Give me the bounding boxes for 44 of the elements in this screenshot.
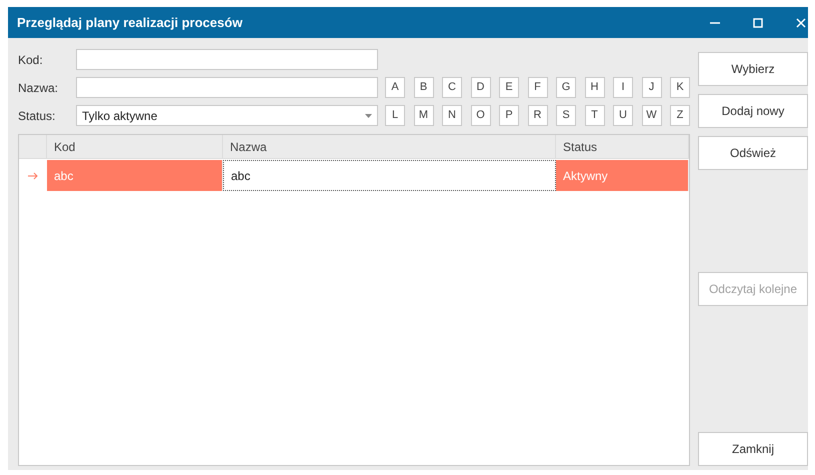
action-button[interactable]: Zamknij xyxy=(698,432,808,466)
action-button[interactable]: Dodaj nowy xyxy=(698,94,808,128)
dropdown-caret-icon[interactable] xyxy=(365,114,372,118)
action-button[interactable]: Wybierz xyxy=(698,52,808,86)
table-row[interactable]: abc abc Aktywny xyxy=(19,160,689,191)
letter-button[interactable]: Z xyxy=(670,105,690,126)
window-title: Przeglądaj plany realizacji procesów xyxy=(17,14,244,32)
letter-button[interactable]: O xyxy=(470,105,490,126)
letter-button[interactable]: J xyxy=(642,77,662,98)
letter-button[interactable]: T xyxy=(584,105,604,126)
letter-button[interactable]: A xyxy=(385,77,405,98)
row-indicator-arrow-icon xyxy=(28,172,38,180)
field-label: Kod: xyxy=(18,52,44,68)
letter-button[interactable]: B xyxy=(414,77,434,98)
letter-button[interactable]: D xyxy=(470,77,490,98)
close-icon[interactable] xyxy=(796,18,806,28)
letter-button[interactable]: U xyxy=(613,105,633,126)
letter-button[interactable]: H xyxy=(584,77,604,98)
letter-button[interactable]: C xyxy=(442,77,462,98)
field-label: Nazwa: xyxy=(18,80,60,96)
letter-button[interactable]: I xyxy=(613,77,633,98)
table-cell: Aktywny xyxy=(556,160,689,191)
kod-field[interactable] xyxy=(76,49,378,70)
field-label: Status: xyxy=(18,108,56,124)
column-header[interactable]: Status xyxy=(556,135,689,158)
maximize-icon[interactable] xyxy=(753,18,763,28)
letter-button[interactable]: W xyxy=(642,105,662,126)
column-header[interactable]: Nazwa xyxy=(223,135,556,158)
nazwa-field[interactable] xyxy=(76,77,378,98)
letter-button[interactable]: E xyxy=(499,77,519,98)
letter-button[interactable]: P xyxy=(499,105,519,126)
status-dropdown[interactable]: Tylko aktywne xyxy=(76,105,378,126)
letter-button[interactable]: L xyxy=(385,105,405,126)
letter-button[interactable]: R xyxy=(528,105,548,126)
letter-button[interactable]: S xyxy=(556,105,576,126)
action-button[interactable]: Odśwież xyxy=(698,136,808,170)
letter-button[interactable]: M xyxy=(414,105,434,126)
letter-button[interactable]: K xyxy=(670,77,690,98)
table-cell: abc xyxy=(223,160,556,191)
table-cell: abc xyxy=(47,160,223,191)
letter-button[interactable]: F xyxy=(528,77,548,98)
letter-button[interactable]: G xyxy=(556,77,576,98)
letter-button[interactable]: N xyxy=(442,105,462,126)
column-header[interactable]: Kod xyxy=(47,135,223,158)
